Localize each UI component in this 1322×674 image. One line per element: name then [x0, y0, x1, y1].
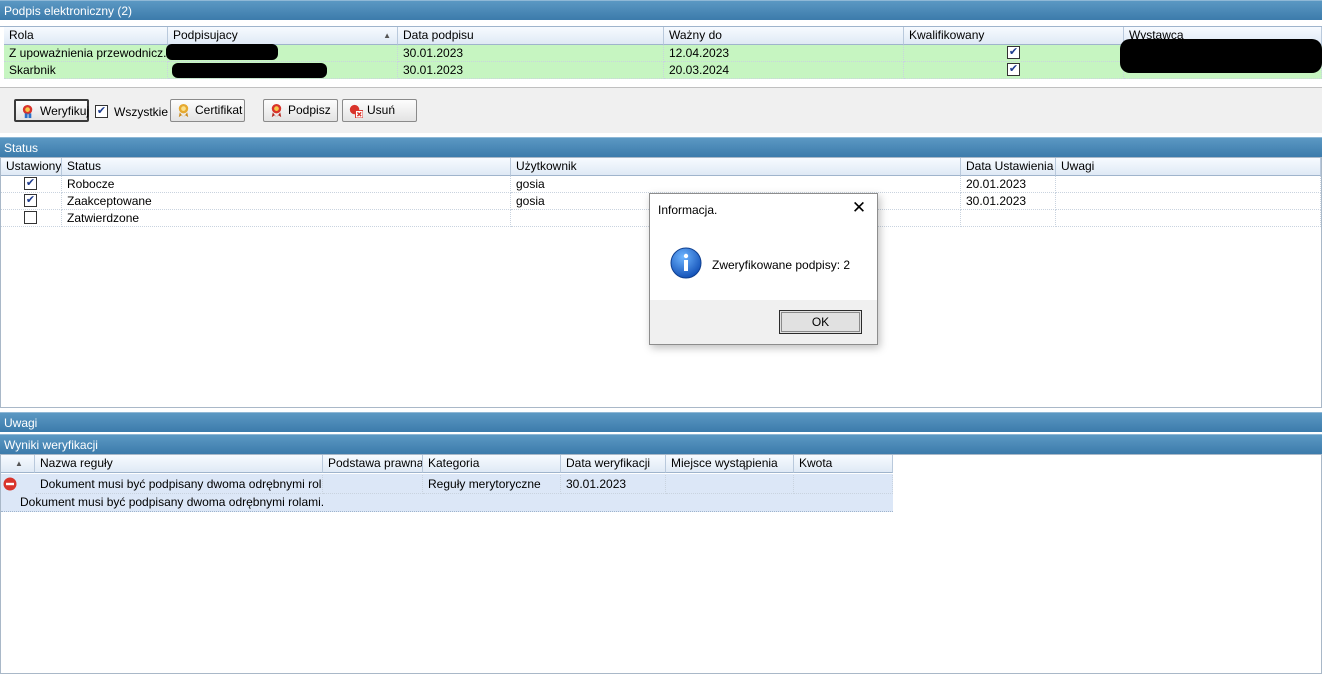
result-detail-text: Dokument musi być podpisany dwoma odrębn… — [20, 495, 325, 509]
status-set-checkbox[interactable]: ✔ — [24, 177, 37, 190]
cell-user: gosia — [511, 176, 961, 193]
cell-status: Zatwierdzone — [62, 210, 511, 227]
col-header-podpisujacy-label: Podpisujacy — [173, 28, 238, 42]
certificate-ribbon-icon — [178, 103, 189, 118]
cell-rola: Skarbnik — [4, 62, 168, 79]
col-header-data-ustawienia[interactable]: Data Ustawienia — [961, 158, 1056, 176]
sort-ascending-icon: ▲ — [383, 31, 391, 40]
cell-verification-date: 30.01.2023 — [561, 475, 666, 494]
cell-data-podpisu: 30.01.2023 — [398, 45, 664, 62]
col-header-icon[interactable]: ▲ — [1, 455, 35, 473]
cell-legal-basis — [323, 475, 423, 494]
notes-section-bar[interactable]: Uwagi — [0, 412, 1322, 432]
sort-ascending-icon: ▲ — [15, 459, 23, 468]
cell-status: Zaakceptowane — [62, 193, 511, 210]
sign-button-label: Podpisz — [288, 103, 331, 117]
cell-kwalifikowany: ✔ — [904, 62, 1124, 79]
redaction-mark — [172, 63, 327, 78]
qualified-checkbox[interactable]: ✔ — [1007, 63, 1020, 76]
status-section-title: Status — [4, 141, 39, 155]
cell-data-podpisu: 30.01.2023 — [398, 62, 664, 79]
sign-ribbon-icon — [271, 103, 282, 118]
result-row[interactable]: Dokument musi być podpisany dwoma odrębn… — [1, 474, 893, 512]
all-checkbox-label: Wszystkie — [114, 105, 168, 119]
status-row[interactable]: ✔ Robocze gosia 20.01.2023 — [1, 176, 1321, 193]
cell-notes — [1056, 210, 1321, 227]
cell-category: Reguły merytoryczne — [423, 475, 561, 494]
cell-ustawiony: ✔ — [1, 193, 62, 210]
cell-rola: Z upoważnienia przewodnicz... — [4, 45, 168, 62]
dialog-footer: OK — [650, 300, 877, 344]
certificate-button[interactable]: Certifikat — [170, 99, 245, 122]
status-section-bar: Status — [0, 137, 1322, 157]
cell-date — [961, 210, 1056, 227]
redaction-mark — [166, 44, 278, 60]
col-header-uwagi[interactable]: Uwagi — [1056, 158, 1321, 176]
cell-rule-name: Dokument musi być podpisany dwoma odrębn… — [35, 475, 323, 494]
redaction-mark — [1120, 39, 1322, 73]
cell-wazny-do: 12.04.2023 — [664, 45, 904, 62]
col-header-kwota[interactable]: Kwota — [794, 455, 893, 473]
ok-button[interactable]: OK — [779, 310, 862, 334]
close-icon[interactable]: ✕ — [849, 198, 869, 218]
status-set-checkbox[interactable] — [24, 211, 37, 224]
col-header-nazwa-reguly[interactable]: Nazwa reguły — [35, 455, 323, 473]
dialog-title: Informacja. — [658, 203, 718, 217]
col-header-rola[interactable]: Rola — [4, 27, 168, 45]
delete-button[interactable]: Usuń — [342, 99, 417, 122]
notes-section-title: Uwagi — [4, 416, 38, 430]
status-set-checkbox[interactable]: ✔ — [24, 194, 37, 207]
information-dialog: Informacja. ✕ Zweryfikowane podpisy: 2 O… — [649, 193, 878, 345]
col-header-data-podpisu[interactable]: Data podpisu — [398, 27, 664, 45]
cell-place — [666, 475, 794, 494]
cell-status: Robocze — [62, 176, 511, 193]
col-header-kwalifikowany[interactable]: Kwalifikowany — [904, 27, 1124, 45]
signatures-grid: Rola Podpisujacy ▲ Data podpisu Ważny do… — [0, 26, 1322, 82]
col-header-status[interactable]: Status — [62, 158, 511, 176]
results-section-bar: Wyniki weryfikacji — [0, 434, 1322, 454]
cell-date: 20.01.2023 — [961, 176, 1056, 193]
cell-icon — [1, 474, 35, 493]
cell-notes — [1056, 193, 1321, 210]
error-icon — [3, 477, 17, 491]
cell-amount — [794, 475, 893, 494]
cell-kwalifikowany: ✔ — [904, 45, 1124, 62]
cell-date: 30.01.2023 — [961, 193, 1056, 210]
cell-notes — [1056, 176, 1321, 193]
signatures-section-title: Podpis elektroniczny (2) — [4, 4, 133, 18]
col-header-data-weryfikacji[interactable]: Data weryfikacji — [561, 455, 666, 473]
verify-seal-icon — [22, 104, 33, 119]
dialog-message: Zweryfikowane podpisy: 2 — [712, 258, 851, 272]
delete-seal-icon — [349, 104, 363, 118]
col-header-kategoria[interactable]: Kategoria — [423, 455, 561, 473]
col-header-wazny-do[interactable]: Ważny do — [664, 27, 904, 45]
col-header-podpisujacy[interactable]: Podpisujacy ▲ — [168, 27, 398, 45]
cell-wazny-do: 20.03.2024 — [664, 62, 904, 79]
verify-button[interactable]: Weryfikuj — [14, 99, 89, 122]
results-section-title: Wyniki weryfikacji — [4, 438, 98, 452]
col-header-miejsce-wystapienia[interactable]: Miejsce wystąpienia — [666, 455, 794, 473]
signature-toolbar: Weryfikuj ✔ Wszystkie Certifikat Podpisz… — [0, 87, 1322, 133]
qualified-checkbox[interactable]: ✔ — [1007, 46, 1020, 59]
signatures-section-bar: Podpis elektroniczny (2) — [0, 0, 1322, 20]
certificate-button-label: Certifikat — [195, 103, 243, 117]
col-header-ustawiony[interactable]: Ustawiony — [1, 158, 62, 176]
cell-ustawiony: ✔ — [1, 176, 62, 193]
info-icon — [670, 247, 702, 279]
all-checkbox[interactable]: ✔ — [95, 105, 108, 118]
cell-ustawiony — [1, 210, 62, 227]
results-panel: ▲ Nazwa reguły Podstawa prawna Kategoria… — [0, 454, 1322, 674]
delete-button-label: Usuń — [367, 103, 396, 117]
sign-button[interactable]: Podpisz — [263, 99, 338, 122]
verify-button-label: Weryfikuj — [40, 104, 90, 118]
col-header-podstawa-prawna[interactable]: Podstawa prawna — [323, 455, 423, 473]
col-header-uzytkownik[interactable]: Użytkownik — [511, 158, 961, 176]
